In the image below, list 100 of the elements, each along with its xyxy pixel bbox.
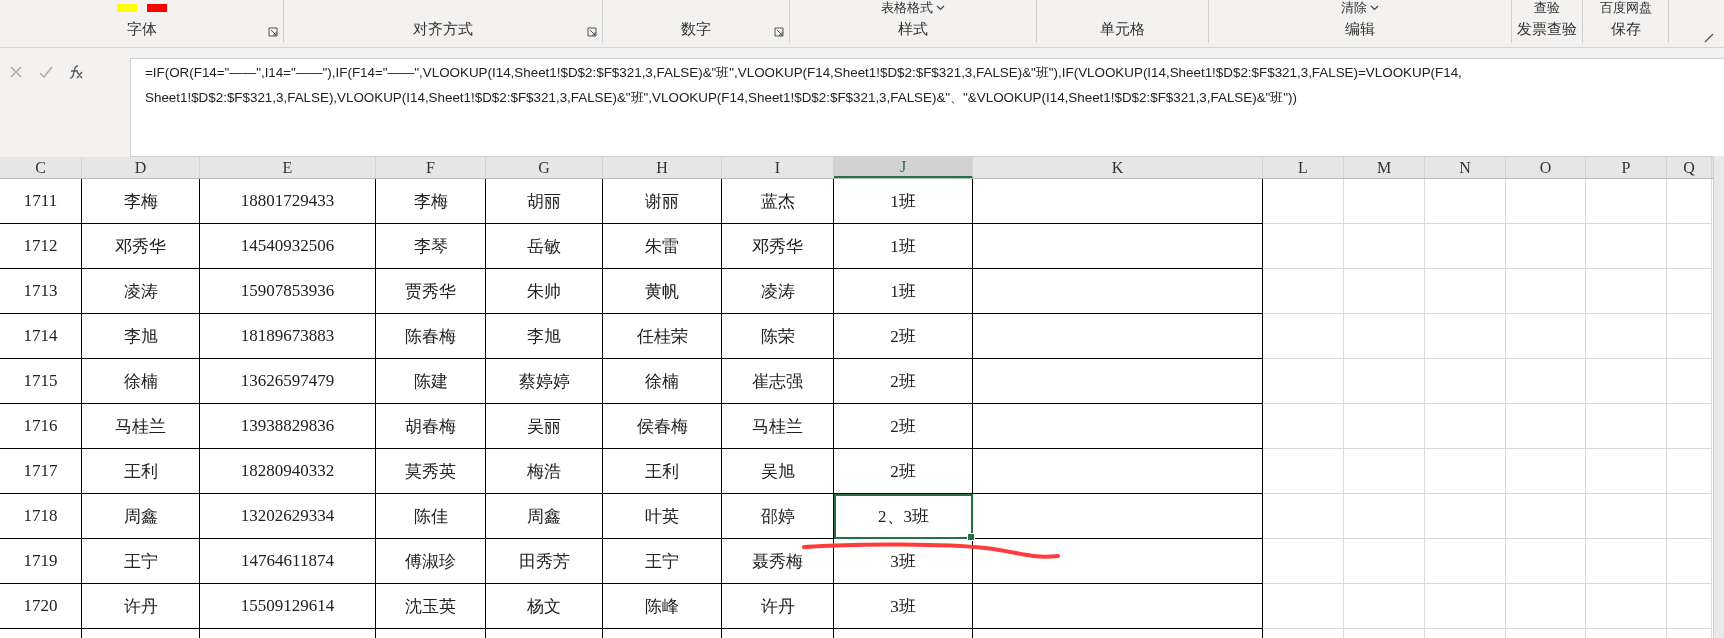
column-header[interactable]: O <box>1506 157 1586 178</box>
column-header[interactable]: L <box>1263 157 1344 178</box>
column-header[interactable]: N <box>1425 157 1506 178</box>
table-cell: 1720 <box>0 584 82 629</box>
column-header[interactable]: H <box>603 157 722 178</box>
formula-field[interactable]: =IF(OR(F14="——",I14="——"),IF(F14="——",VLOOKUP(I14,Sheet1!$D$2:$F$321,3,FALSE)&"班",VLOOKUP(F14,Sheet1!$D$2:$F$321,3,FALSE)&"班"),IF(VLOOKUP(I14,Sheet1!$D$2:$F$321,3,FALSE)=VLOOKUP(F14, Sheet1!$D$2:$F$321,3,FALSE),VLOOKUP(I14,Sheet1!$D$2:$F$321,3,FALSE)&"班",VLOOKUP(F14,Sheet1!$D$2:$F$321,3,FALSE)&"、"&VLOOKUP(I14,Sheet1!$D$2:$F$321,3,FALSE)&"班")) <box>130 58 1724 157</box>
table-cell: 蓝杰 <box>722 179 834 224</box>
table-cell: 蔡婷婷 <box>486 359 603 404</box>
table-cell: 1712 <box>0 224 82 269</box>
table-cell <box>1667 269 1712 314</box>
table-cell: 14540932506 <box>200 224 376 269</box>
table-cell: 3班 <box>834 584 973 629</box>
group-label: 对齐方式 <box>413 20 473 39</box>
table-cell <box>1667 359 1712 404</box>
table-cell: 邓秀华 <box>82 224 200 269</box>
table-cell: 朱雷 <box>603 224 722 269</box>
table-cell: 胡丽 <box>486 179 603 224</box>
scrollbar[interactable] <box>1713 156 1724 638</box>
table-cell: 任桂荣 <box>603 314 722 359</box>
table-cell <box>1667 314 1712 359</box>
table-cell: 李梅 <box>376 179 486 224</box>
table-cell: 1713 <box>0 269 82 314</box>
table-cell: 徐楠 <box>603 359 722 404</box>
table-cell: 3班 <box>834 539 973 584</box>
table-cell: 梅浩 <box>486 449 603 494</box>
table-cell: 马桂兰 <box>722 404 834 449</box>
table-cell: 2班 <box>834 449 973 494</box>
table-cell <box>1667 494 1712 539</box>
table-cell: 1715 <box>0 359 82 404</box>
table-cell: 邓秀华 <box>722 224 834 269</box>
table-cell: 贾秀华 <box>376 269 486 314</box>
table-cell: 18189673883 <box>200 314 376 359</box>
table-cell: 周鑫 <box>82 494 200 539</box>
collapse-ribbon-icon[interactable] <box>1704 33 1714 43</box>
group-label: 单元格 <box>1100 20 1145 39</box>
table-cell: 2班 <box>834 404 973 449</box>
group-label: 发票查验 <box>1517 20 1577 39</box>
column-header[interactable]: C <box>0 157 82 178</box>
ribbon-button[interactable]: 表格格式 <box>879 1 947 15</box>
group-label: 保存 <box>1610 20 1641 39</box>
group-label: 字体 <box>126 20 157 39</box>
table-cell: 18801729433 <box>200 179 376 224</box>
color-swatch-icon[interactable] <box>116 4 137 12</box>
column-header[interactable]: Q <box>1667 157 1712 178</box>
column-header[interactable]: P <box>1586 157 1667 178</box>
table-cell: 陈建 <box>376 359 486 404</box>
fill-handle[interactable] <box>967 533 975 541</box>
table-cell: 田秀芳 <box>486 539 603 584</box>
table-cell: 许丹 <box>82 584 200 629</box>
group-label: 样式 <box>898 20 928 39</box>
table-cell: 李旭 <box>82 314 200 359</box>
table-cell: 1718 <box>0 494 82 539</box>
table-cell <box>1667 179 1712 224</box>
table-cell: 15907853936 <box>200 269 376 314</box>
table-cell: 1班 <box>834 179 973 224</box>
table-cell: 2班 <box>834 314 973 359</box>
table-cell: 吴旭 <box>722 449 834 494</box>
table-cell: 崔志强 <box>722 359 834 404</box>
table-cell: 王宁 <box>82 539 200 584</box>
table-cell: 王利 <box>82 449 200 494</box>
caret-icon <box>936 5 945 11</box>
dialog-launcher-icon[interactable] <box>268 27 278 37</box>
column-header[interactable]: M <box>1344 157 1425 178</box>
table-cell: 13202629334 <box>200 494 376 539</box>
table-cell: 朱帅 <box>486 269 603 314</box>
column-header[interactable]: D <box>82 157 200 178</box>
table-cell: 王利 <box>603 449 722 494</box>
table-cell: 徐楠 <box>82 359 200 404</box>
table-cell: 陈荣 <box>722 314 834 359</box>
table-cell: 岳敏 <box>486 224 603 269</box>
table-cell <box>1667 539 1712 584</box>
column-header[interactable]: J <box>834 157 973 178</box>
column-header[interactable]: F <box>376 157 486 178</box>
ribbon-button[interactable]: 清除 <box>1339 1 1381 15</box>
table-cell: 13626597479 <box>200 359 376 404</box>
column-header[interactable]: K <box>973 157 1263 178</box>
table-cell: 谢丽 <box>603 179 722 224</box>
table-cell: 李琴 <box>376 224 486 269</box>
caret-icon <box>1370 5 1379 11</box>
function-icon[interactable] <box>68 64 84 80</box>
column-header[interactable]: E <box>200 157 376 178</box>
dialog-launcher-icon[interactable] <box>774 27 784 37</box>
group-label: 数字 <box>681 20 711 39</box>
table-cell: 陈春梅 <box>376 314 486 359</box>
table-cell: 1714 <box>0 314 82 359</box>
table-cell <box>1667 224 1712 269</box>
color-swatch-icon[interactable] <box>146 4 167 12</box>
table-cell: 14764611874 <box>200 539 376 584</box>
table-cell: 傅淑珍 <box>376 539 486 584</box>
table-cell: 陈佳 <box>376 494 486 539</box>
column-header[interactable]: G <box>486 157 603 178</box>
table-cell: 王宁 <box>603 539 722 584</box>
ribbon-button[interactable]: 查验 <box>1532 1 1562 15</box>
table-cell: 周鑫 <box>486 494 603 539</box>
table-cell: 凌涛 <box>82 269 200 314</box>
table-cell: 李梅 <box>82 179 200 224</box>
ribbon-button[interactable]: 百度网盘 <box>1597 1 1654 15</box>
table-cell: 18280940332 <box>200 449 376 494</box>
table-cell: 1班 <box>834 224 973 269</box>
dialog-launcher-icon[interactable] <box>587 27 597 37</box>
